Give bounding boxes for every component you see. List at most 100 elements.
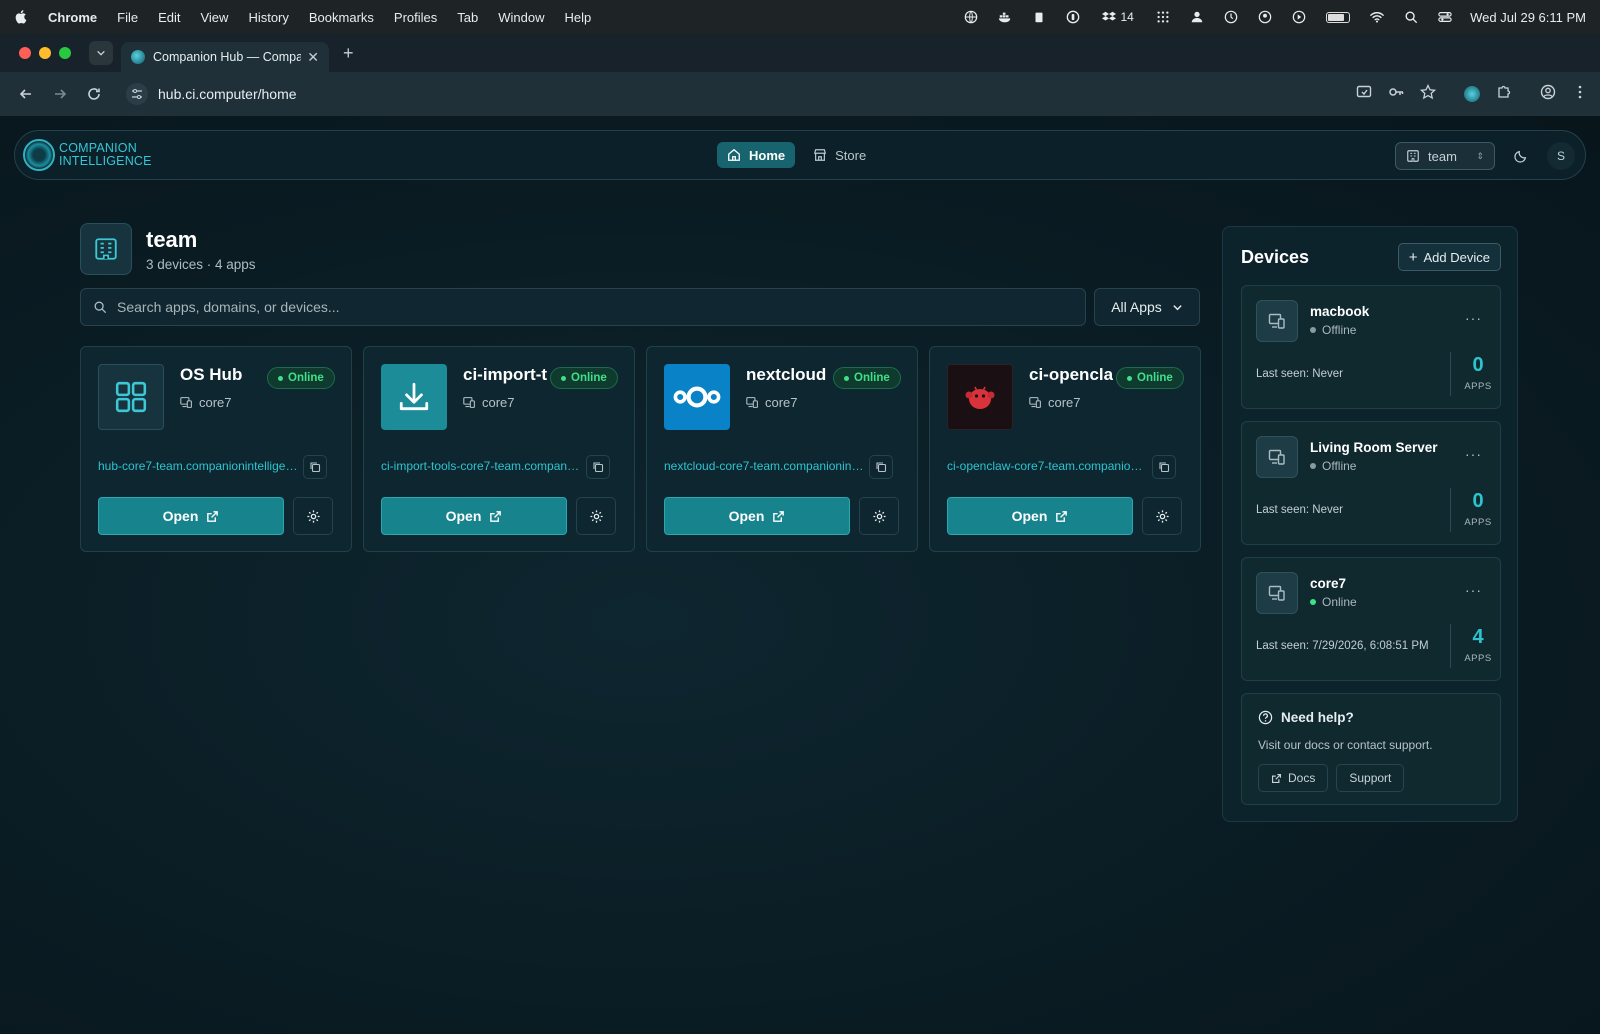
user-avatar[interactable]: S: [1547, 142, 1575, 170]
divider: [1450, 488, 1451, 532]
team-selector-label: team: [1428, 148, 1457, 164]
control-center-icon[interactable]: [1436, 10, 1454, 24]
menubar-datetime[interactable]: Wed Jul 29 6:11 PM: [1470, 10, 1586, 25]
forward-button[interactable]: [46, 80, 74, 108]
open-app-button[interactable]: Open: [98, 497, 284, 535]
nav-home-label: Home: [749, 147, 786, 163]
app-name: nextcloud: [746, 365, 827, 384]
team-name: team: [146, 226, 198, 252]
app-filter-dropdown[interactable]: All Apps: [1094, 288, 1200, 326]
open-app-button[interactable]: Open: [947, 497, 1133, 535]
support-button[interactable]: Support: [1336, 764, 1405, 792]
menu-file[interactable]: File: [117, 10, 138, 25]
logo-text: COMPANION INTELLIGENCE: [59, 141, 152, 168]
menu-history[interactable]: History: [248, 10, 288, 25]
nav-home[interactable]: Home: [717, 142, 796, 168]
bookmark-star-icon[interactable]: [1419, 83, 1437, 105]
external-link-icon: [207, 510, 219, 522]
back-button[interactable]: [12, 80, 40, 108]
app-settings-button[interactable]: [293, 497, 333, 535]
copy-domain-button[interactable]: [586, 455, 610, 479]
app-domain-link[interactable]: hub-core7-team.companionintelligence.ai: [98, 459, 298, 473]
reload-button[interactable]: [80, 80, 108, 108]
app-settings-button[interactable]: [859, 497, 899, 535]
device-app-count: 4: [1472, 626, 1484, 648]
companion-logo-icon: [23, 139, 55, 171]
browser-tab-active[interactable]: Companion Hub — Companion Intelligence ✕: [121, 42, 329, 72]
nav-store-label: Store: [835, 147, 867, 163]
tab-title: Companion Hub — Companion Intelligence: [153, 50, 302, 64]
menu-app-name[interactable]: Chrome: [48, 10, 97, 25]
password-icon[interactable]: [1064, 10, 1082, 24]
open-app-button[interactable]: Open: [664, 497, 850, 535]
device-card-core7[interactable]: core7 Online ··· Last seen: 7/29/2026, 6…: [1241, 557, 1501, 681]
menu-window[interactable]: Window: [498, 10, 544, 25]
open-app-button[interactable]: Open: [381, 497, 567, 535]
search-input[interactable]: [117, 299, 1017, 315]
device-more-menu-icon[interactable]: ···: [1465, 446, 1482, 462]
device-app-count: 0: [1472, 490, 1484, 512]
app-settings-button[interactable]: [1142, 497, 1182, 535]
wifi-icon[interactable]: [1368, 10, 1386, 24]
app-domain-link[interactable]: nextcloud-core7-team.companionintelligen…: [664, 459, 864, 473]
device-card-macbook[interactable]: macbook Offline ··· Last seen: Never 0 A…: [1241, 285, 1501, 409]
minimize-window-button[interactable]: [39, 47, 51, 59]
menu-tab[interactable]: Tab: [457, 10, 478, 25]
more-menu-icon[interactable]: [1572, 84, 1588, 105]
menu-edit[interactable]: Edit: [158, 10, 180, 25]
battery-icon[interactable]: [1324, 10, 1352, 24]
url-text[interactable]: hub.ci.computer/home: [158, 86, 297, 102]
devices-icon: [746, 397, 758, 408]
close-window-button[interactable]: [19, 47, 31, 59]
timer-icon[interactable]: [1222, 10, 1240, 24]
menu-view[interactable]: View: [200, 10, 228, 25]
copy-domain-button[interactable]: [869, 455, 893, 479]
menu-help[interactable]: Help: [565, 10, 592, 25]
spotlight-icon[interactable]: [1402, 10, 1420, 24]
window-controls: [19, 47, 71, 59]
macos-menubar: Chrome File Edit View History Bookmarks …: [0, 0, 1600, 34]
docs-button[interactable]: Docs: [1258, 764, 1329, 792]
extensions-puzzle-icon[interactable]: [1496, 84, 1512, 105]
globe-status-icon[interactable]: [962, 10, 980, 24]
app-device: core7: [463, 395, 515, 410]
home-icon: [728, 148, 740, 161]
new-tab-button[interactable]: +: [343, 43, 354, 64]
clipboard-icon[interactable]: [1030, 10, 1048, 24]
grid-dots-icon[interactable]: [1154, 10, 1172, 24]
device-apps-label: APPS: [1464, 517, 1492, 528]
team-summary: 3 devices · 4 apps: [146, 256, 256, 272]
add-device-button[interactable]: + Add Device: [1397, 243, 1501, 271]
logo[interactable]: COMPANION INTELLIGENCE: [23, 139, 152, 171]
play-icon[interactable]: [1290, 10, 1308, 24]
profile-icon[interactable]: [1540, 84, 1556, 105]
user-status-icon[interactable]: [1188, 10, 1206, 24]
app-domain-link[interactable]: ci-import-tools-core7-team.companioninte…: [381, 459, 581, 473]
app-settings-button[interactable]: [576, 497, 616, 535]
device-more-menu-icon[interactable]: ···: [1465, 310, 1482, 326]
team-selector[interactable]: team ⇕: [1395, 142, 1495, 170]
extension-companion-icon[interactable]: [1464, 86, 1480, 102]
cast-icon[interactable]: [1356, 84, 1372, 105]
zoom-window-button[interactable]: [59, 47, 71, 59]
menu-profiles[interactable]: Profiles: [394, 10, 437, 25]
copy-domain-button[interactable]: [1152, 455, 1176, 479]
menu-bookmarks[interactable]: Bookmarks: [309, 10, 374, 25]
site-info-icon[interactable]: [126, 83, 148, 105]
device-more-menu-icon[interactable]: ···: [1465, 582, 1482, 598]
device-card-living-room-server[interactable]: Living Room Server Offline ··· Last seen…: [1241, 421, 1501, 545]
close-tab-icon[interactable]: ✕: [307, 49, 319, 66]
apple-icon[interactable]: [14, 9, 30, 25]
tab-search-button[interactable]: [89, 41, 113, 65]
arrow-left-icon: [19, 89, 31, 99]
address-bar[interactable]: hub.ci.computer/home: [118, 78, 1356, 110]
nav-store[interactable]: Store: [803, 142, 876, 168]
app-domain-link[interactable]: ci-openclaw-core7-team.companionintellig…: [947, 459, 1147, 473]
dropbox-icon[interactable]: 14: [1098, 10, 1138, 24]
theme-toggle-button[interactable]: [1507, 142, 1535, 170]
copy-domain-button[interactable]: [303, 455, 327, 479]
docker-icon[interactable]: [996, 10, 1014, 24]
account-icon[interactable]: [1256, 10, 1274, 24]
app-card-ci-openclaw: ci-openclaw Online core7 ci-openclaw-cor…: [929, 346, 1201, 552]
key-icon[interactable]: [1388, 84, 1404, 105]
